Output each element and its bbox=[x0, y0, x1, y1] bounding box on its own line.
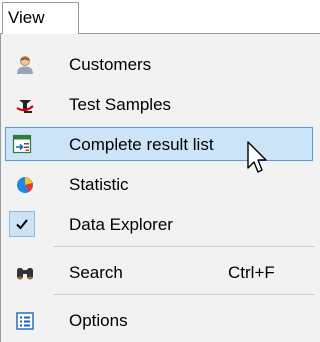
customer-icon bbox=[15, 55, 35, 75]
view-dropdown-menu: Customers Test Samples Complete result l bbox=[0, 33, 320, 342]
menu-item-label: Complete result list bbox=[69, 135, 214, 154]
binoculars-icon bbox=[15, 263, 35, 283]
menu-item-label: Test Samples bbox=[69, 95, 172, 114]
shortcut-label: Ctrl+F bbox=[228, 263, 275, 282]
menu-item-label: Search bbox=[69, 263, 123, 282]
mouse-pointer-icon bbox=[247, 141, 267, 173]
menu-item-statistic[interactable]: Statistic bbox=[1, 165, 320, 203]
menu-item-label: Statistic bbox=[69, 175, 129, 194]
result-list-icon bbox=[12, 134, 32, 154]
statistic-icon bbox=[15, 175, 35, 195]
menu-bar: View bbox=[0, 0, 320, 34]
menu-separator bbox=[53, 246, 315, 247]
menu-item-options[interactable]: Options bbox=[1, 301, 320, 339]
test-samples-icon bbox=[15, 95, 35, 115]
menu-item-customers[interactable]: Customers bbox=[1, 45, 320, 83]
view-menu[interactable]: View bbox=[2, 2, 79, 34]
checkmark-icon bbox=[16, 219, 28, 230]
options-icon bbox=[15, 311, 35, 331]
menu-item-test-samples[interactable]: Test Samples bbox=[1, 85, 320, 123]
menu-item-search[interactable]: Search Ctrl+F bbox=[1, 253, 320, 291]
menu-item-label: Customers bbox=[69, 55, 152, 74]
menu-separator bbox=[53, 294, 315, 295]
view-menu-label: View bbox=[8, 8, 45, 27]
menu-item-label: Data Explorer bbox=[69, 215, 173, 234]
menu-item-data-explorer[interactable]: Data Explorer bbox=[1, 205, 320, 243]
checked-indicator bbox=[9, 211, 35, 237]
menu-item-label: Options bbox=[69, 311, 128, 330]
